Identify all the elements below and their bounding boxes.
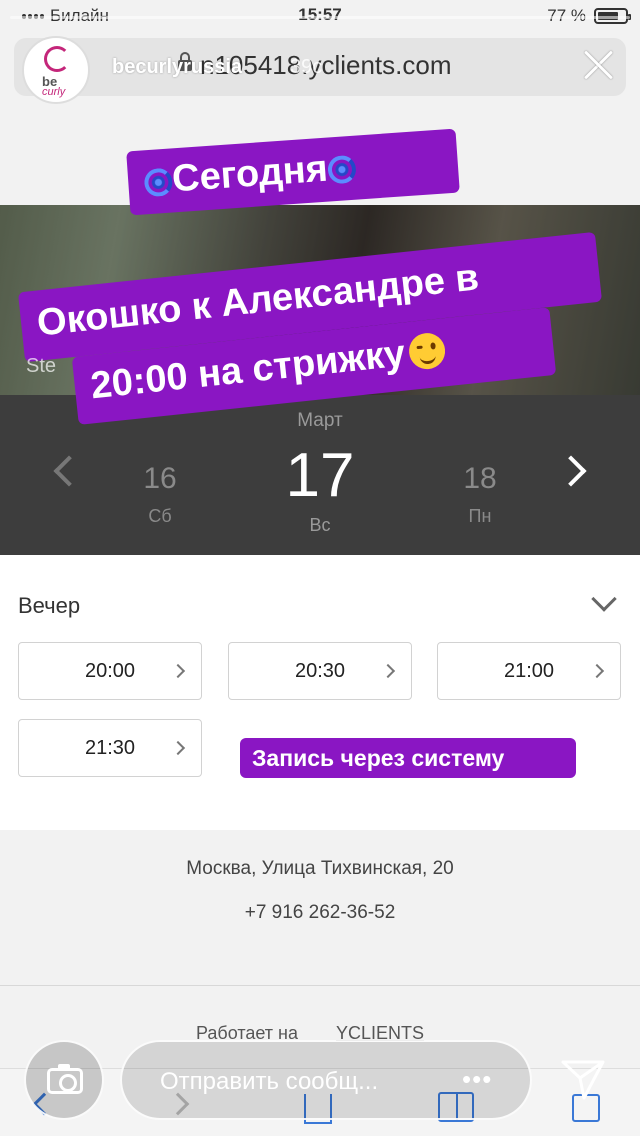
logo-text-curly: curly [42, 86, 66, 98]
clock: 15:57 [298, 5, 342, 24]
day-17-selected[interactable]: 17 Вс [270, 440, 370, 536]
day-number: 16 [143, 462, 177, 495]
close-icon[interactable] [582, 48, 616, 82]
slot-button[interactable]: 20:00 [18, 642, 202, 700]
avatar[interactable]: be curly [22, 36, 90, 104]
sticker-booking: Запись через систему [240, 738, 576, 778]
slot-button[interactable]: 21:00 [437, 642, 621, 700]
slot-button[interactable]: 20:30 [228, 642, 412, 700]
slot-button[interactable]: 21:30 [18, 719, 202, 777]
more-options-icon[interactable]: ••• [462, 1064, 492, 1095]
cyclone-emoji-icon [326, 154, 357, 185]
day-weekday: Пн [468, 506, 492, 526]
cyclone-emoji-icon [143, 167, 174, 198]
day-number: 18 [463, 462, 497, 495]
sticker-today: Сегодня [126, 128, 460, 216]
sticker-today-text: Сегодня [170, 147, 330, 201]
status-bar: Билайн 15:57 77 % [0, 0, 640, 30]
hero-caption: Ste [26, 355, 57, 377]
sticker-booking-text: Запись через систему [252, 745, 505, 771]
story-progress-bar [10, 16, 630, 19]
phone-link[interactable]: +7 916 262-36-52 [0, 902, 640, 924]
logo-swirl-icon [44, 46, 70, 72]
story-username[interactable]: becurlyrussia [112, 56, 242, 79]
camera-icon [47, 1064, 83, 1094]
address: Москва, Улица Тихвинская, 20 [186, 858, 454, 879]
day-weekday: Вс [309, 515, 331, 535]
day-weekday: Сб [148, 506, 172, 526]
divider [0, 985, 640, 986]
send-icon[interactable] [560, 1058, 606, 1102]
section-title-evening[interactable]: Вечер [18, 593, 80, 619]
wink-emoji-icon [407, 331, 447, 371]
story-time: 39с [290, 56, 323, 78]
day-number: 17 [285, 441, 355, 510]
day-16[interactable]: 16 Сб [130, 462, 190, 527]
reply-placeholder: Отправить сообщ... [160, 1068, 379, 1095]
day-18[interactable]: 18 Пн [450, 462, 510, 527]
